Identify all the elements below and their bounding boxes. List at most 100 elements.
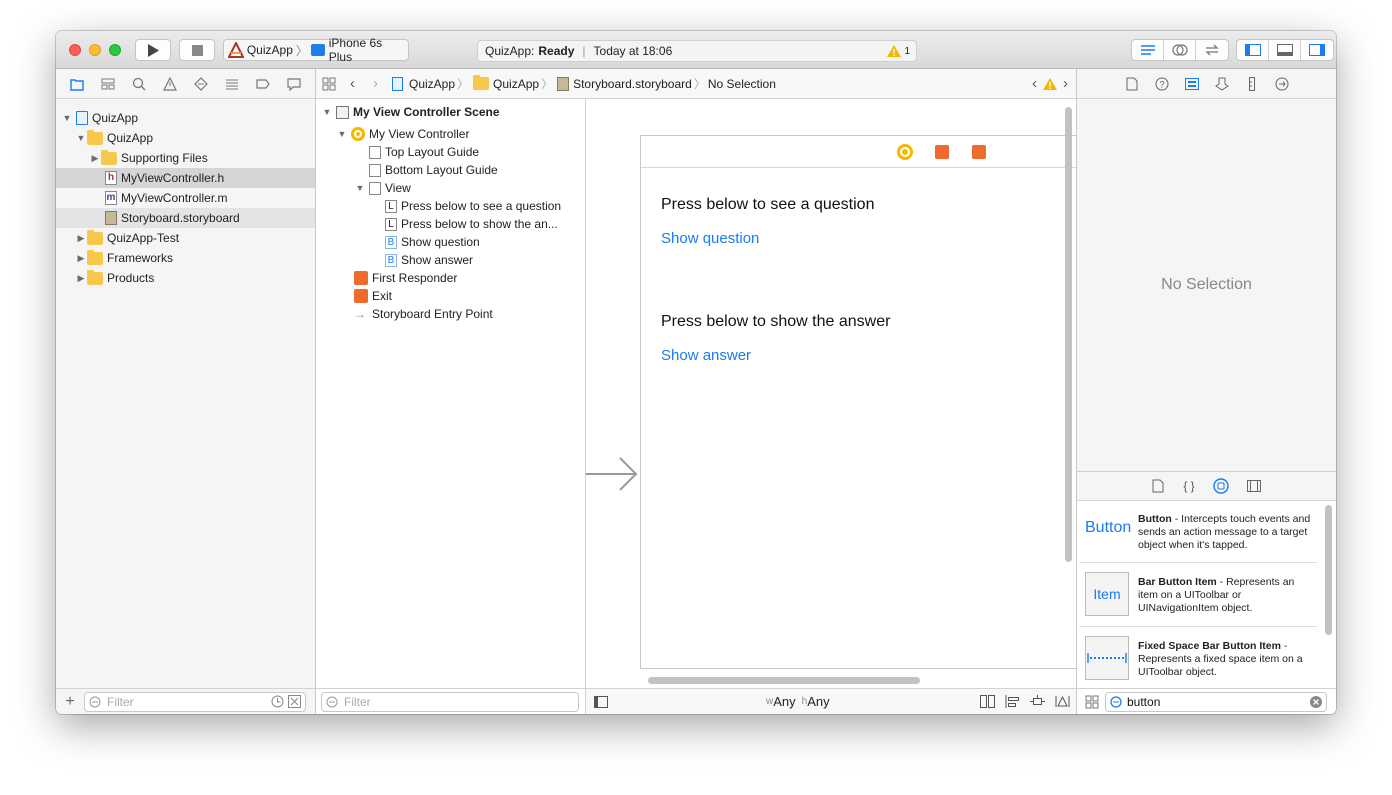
crumb-project[interactable]: QuizApp [409,77,455,91]
previous-issue-icon[interactable]: ‹ [1032,75,1037,92]
breakpoint-navigator-icon[interactable] [256,77,270,91]
standard-editor-icon[interactable] [1132,40,1164,60]
minimize-window-button[interactable] [89,44,101,56]
related-items-icon[interactable] [322,77,336,91]
library-search-input[interactable]: button [1105,691,1327,712]
outline-toggle-icon[interactable] [594,695,608,708]
back-icon[interactable]: ‹ [350,75,355,92]
quick-help-icon[interactable]: ? [1155,77,1169,91]
editor-mode-control[interactable] [1131,39,1229,61]
outline-button-answer[interactable]: B Show answer [385,250,473,270]
outline-entry-point[interactable]: → Storyboard Entry Point [354,304,493,324]
exit-icon[interactable] [972,145,986,159]
test-navigator-icon[interactable] [194,76,208,91]
outline-exit[interactable]: Exit [354,286,392,306]
nav-item-project[interactable]: ▼ QuizApp [61,108,138,128]
file-inspector-icon[interactable] [1125,77,1139,91]
disclosure-open-icon[interactable]: ▼ [61,113,73,123]
assistant-editor-icon[interactable] [1164,40,1196,60]
show-question-button[interactable]: Show question [661,230,759,247]
clear-search-icon[interactable] [1310,695,1322,708]
horizontal-scrollbar[interactable] [648,677,920,684]
nav-item-frameworks[interactable]: ▶ Frameworks [75,248,173,268]
nav-item-storyboard[interactable]: Storyboard.storyboard [56,208,315,228]
crumb-group[interactable]: QuizApp [493,77,539,91]
answer-label[interactable]: Press below to show the answer [661,313,890,331]
debug-area-toggle-icon[interactable] [1269,40,1301,60]
close-window-button[interactable] [69,44,81,56]
version-editor-icon[interactable] [1196,40,1228,60]
next-issue-icon[interactable]: › [1063,75,1068,92]
align-icon[interactable] [1005,695,1020,708]
size-class-width[interactable]: Any [773,694,795,709]
crumb-selection[interactable]: No Selection [708,77,776,91]
attributes-inspector-icon[interactable] [1214,77,1229,91]
report-navigator-icon[interactable] [286,77,301,91]
identity-inspector-icon[interactable] [1184,77,1199,91]
disclosure-open-icon[interactable]: ▼ [321,107,333,117]
view-controller-frame[interactable]: Press below to see a question Show quest… [640,135,1076,669]
first-responder-icon[interactable] [935,145,949,159]
library-item-button[interactable]: Button Button - Intercepts touch events … [1079,501,1317,563]
search-icon[interactable] [132,77,146,91]
resolve-issues-icon[interactable] [1055,695,1070,708]
entry-point-arrow[interactable] [586,456,640,492]
connections-inspector-icon[interactable] [1275,77,1289,91]
disclosure-open-icon[interactable]: ▼ [354,183,366,193]
disclosure-closed-icon[interactable]: ▶ [75,273,87,284]
view-toggle-control[interactable] [1236,39,1334,61]
outline-filter-input[interactable]: Filter [321,691,579,712]
nav-item-implementation-file[interactable]: m MyViewController.m [105,188,227,208]
run-button[interactable] [135,39,171,61]
outline-top-layout-guide[interactable]: Top Layout Guide [369,142,479,162]
zoom-window-button[interactable] [109,44,121,56]
outline-label-question[interactable]: L Press below to see a question [385,196,561,216]
disclosure-closed-icon[interactable]: ▶ [75,253,87,264]
nav-item-supporting-files[interactable]: ▶ Supporting Files [89,148,208,168]
outline-button-question[interactable]: B Show question [385,232,480,252]
size-inspector-icon[interactable] [1245,76,1259,91]
issue-navigator-icon[interactable] [163,76,178,91]
grid-view-icon[interactable] [1085,695,1099,709]
warning-indicator[interactable]: 1 [887,45,910,57]
disclosure-closed-icon[interactable]: ▶ [75,233,87,244]
code-snippet-icon[interactable]: { } [1183,479,1194,493]
add-icon[interactable]: + [56,693,84,711]
media-library-icon[interactable] [1246,480,1261,492]
vertical-scrollbar[interactable] [1065,107,1072,562]
disclosure-closed-icon[interactable]: ▶ [89,153,101,164]
folder-navigator-icon[interactable] [70,77,85,91]
library-item-fixed-space[interactable]: Fixed Space Bar Button Item - Represents… [1079,628,1317,691]
pin-icon[interactable] [1030,695,1045,708]
nav-item-products[interactable]: ▶ Products [75,268,154,288]
object-library-icon[interactable] [1212,478,1229,494]
stop-button[interactable] [179,39,215,61]
outline-bottom-layout-guide[interactable]: Bottom Layout Guide [369,160,498,180]
scheme-selector[interactable]: QuizApp 〉 iPhone 6s Plus [223,36,409,64]
warning-icon[interactable] [1043,77,1057,90]
outline-scene[interactable]: ▼ My View Controller Scene [321,102,500,122]
outline-label-answer[interactable]: L Press below to show the an... [385,214,558,234]
forward-icon[interactable]: › [373,75,378,92]
debug-navigator-icon[interactable] [225,77,239,91]
symbol-navigator-icon[interactable] [101,77,115,91]
view-controller-icon[interactable] [897,144,913,160]
disclosure-open-icon[interactable]: ▼ [75,133,87,143]
size-class-height[interactable]: Any [807,694,829,709]
outline-first-responder[interactable]: First Responder [354,268,457,288]
show-answer-button[interactable]: Show answer [661,347,751,364]
library-scrollbar[interactable] [1325,505,1332,635]
nav-item-quizapp-test[interactable]: ▶ QuizApp-Test [75,228,179,248]
navigator-toggle-icon[interactable] [1237,40,1269,60]
stack-view-icon[interactable] [980,695,995,708]
question-label[interactable]: Press below to see a question [661,196,874,214]
outline-view[interactable]: ▼ View [354,178,411,198]
nav-item-header-file[interactable]: h MyViewController.h [56,168,315,188]
utilities-toggle-icon[interactable] [1301,40,1333,60]
crumb-file[interactable]: Storyboard.storyboard [573,77,692,91]
outline-view-controller[interactable]: ▼ My View Controller [336,124,469,144]
nav-item-group-quizapp[interactable]: ▼ QuizApp [75,128,153,148]
disclosure-open-icon[interactable]: ▼ [336,129,348,139]
recent-files-icon[interactable] [271,695,284,708]
navigator-filter-input[interactable]: Filter [84,691,306,712]
